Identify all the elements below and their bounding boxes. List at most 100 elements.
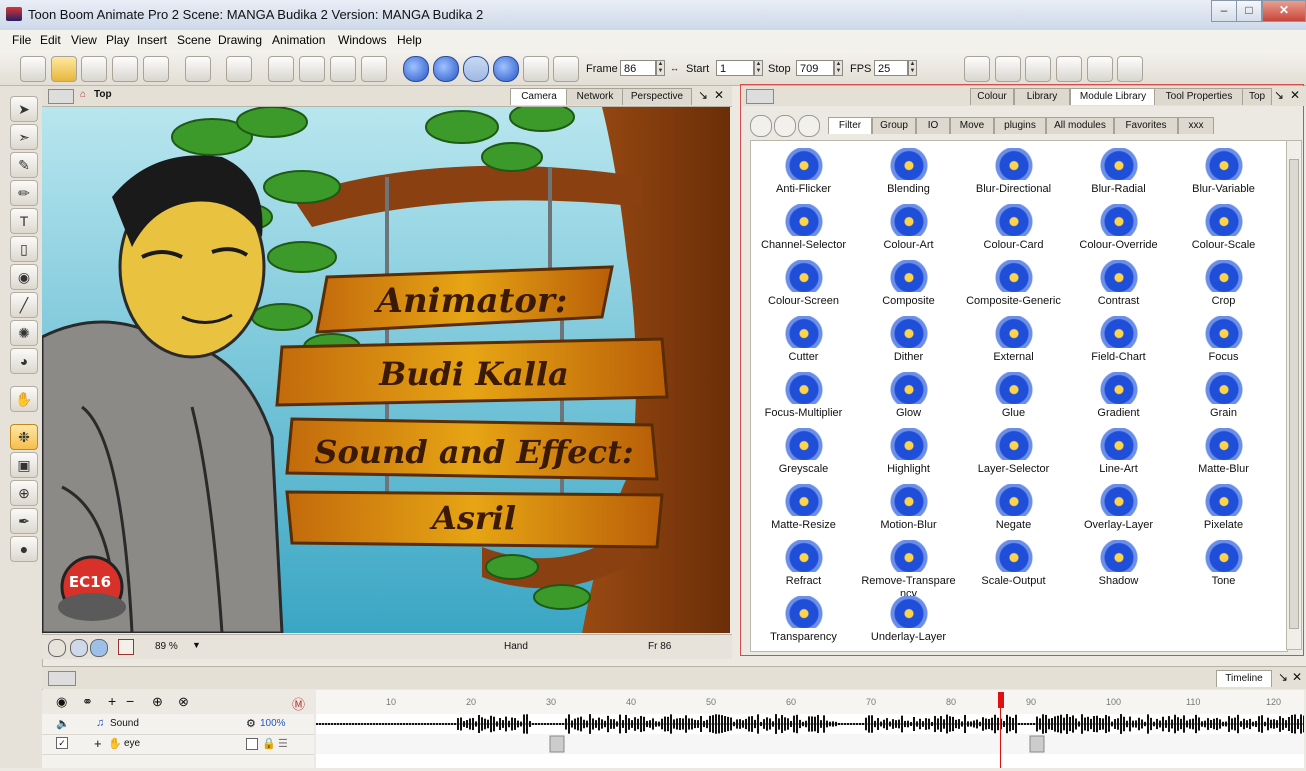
filter-tab-filter[interactable]: Filter bbox=[828, 117, 872, 134]
spline-offset-icon[interactable] bbox=[1117, 56, 1143, 82]
module-item[interactable]: Blur-Directional bbox=[961, 141, 1066, 197]
view-list-icon[interactable] bbox=[774, 115, 796, 137]
module-item[interactable]: Layer-Selector bbox=[961, 421, 1066, 477]
module-item[interactable]: Matte-Blur bbox=[1171, 421, 1276, 477]
view-icons-icon[interactable] bbox=[750, 115, 772, 137]
tab-module-library[interactable]: Module Library bbox=[1070, 88, 1156, 105]
copy-icon[interactable] bbox=[299, 56, 325, 82]
module-scrollbar[interactable] bbox=[1286, 140, 1302, 650]
module-item[interactable]: Colour-Scale bbox=[1171, 197, 1276, 253]
maintain-size-icon[interactable] bbox=[1087, 56, 1113, 82]
layer-settings-icon[interactable]: ☰ bbox=[278, 737, 288, 750]
menu-scene[interactable]: Scene bbox=[177, 33, 211, 47]
reset-view-icon[interactable] bbox=[48, 639, 66, 657]
tab-library[interactable]: Library bbox=[1014, 88, 1070, 105]
module-item[interactable]: Transparency bbox=[751, 589, 856, 645]
module-item[interactable]: Blending bbox=[856, 141, 961, 197]
module-item[interactable]: Greyscale bbox=[751, 421, 856, 477]
module-item[interactable]: Negate bbox=[961, 477, 1066, 533]
start-spinner[interactable]: ▲ ▼ bbox=[754, 60, 763, 76]
add-drawing-icon[interactable]: ⊗ bbox=[178, 694, 189, 710]
module-item[interactable]: Cutter bbox=[751, 309, 856, 365]
frame-field[interactable]: 86 bbox=[620, 60, 656, 76]
module-item[interactable]: Highlight bbox=[856, 421, 961, 477]
menu-insert[interactable]: Insert bbox=[137, 33, 167, 47]
contour-editor-icon[interactable]: ➣ bbox=[10, 124, 38, 150]
filter-tab-xxx[interactable]: xxx bbox=[1178, 117, 1214, 134]
render-icon[interactable] bbox=[553, 56, 579, 82]
safe-area-icon[interactable] bbox=[118, 639, 134, 655]
module-item[interactable]: Blur-Radial bbox=[1066, 141, 1171, 197]
tab-perspective[interactable]: Perspective bbox=[622, 88, 692, 105]
remove-layer-icon[interactable]: − bbox=[126, 693, 134, 709]
fps-spinner[interactable]: ▲ ▼ bbox=[908, 60, 917, 76]
module-item[interactable]: Colour-Screen bbox=[751, 253, 856, 309]
select-arrow-icon[interactable]: ➤ bbox=[10, 96, 38, 122]
panel-pin-icon[interactable]: ↘ bbox=[698, 88, 708, 102]
module-item[interactable]: Grain bbox=[1171, 365, 1276, 421]
module-item[interactable]: Tone bbox=[1171, 533, 1276, 589]
render-preview-icon[interactable] bbox=[90, 639, 108, 657]
filter-tab-io[interactable]: IO bbox=[916, 117, 950, 134]
stop-spinner[interactable]: ▲ ▼ bbox=[834, 60, 843, 76]
filter-tab-plugins[interactable]: plugins bbox=[994, 117, 1046, 134]
module-item[interactable]: Scale-Output bbox=[961, 533, 1066, 589]
panel-close-icon[interactable]: ✕ bbox=[714, 88, 724, 102]
pencil-icon[interactable]: ✏ bbox=[10, 180, 38, 206]
zoom-dropdown-icon[interactable]: ▼ bbox=[192, 640, 201, 650]
loop-icon[interactable] bbox=[433, 56, 459, 82]
brush-icon[interactable]: ✎ bbox=[10, 152, 38, 178]
module-item[interactable]: Colour-Art bbox=[856, 197, 961, 253]
tab-tool-properties[interactable]: Tool Properties bbox=[1154, 88, 1244, 105]
eraser-icon[interactable]: ▯ bbox=[10, 236, 38, 262]
view-details-icon[interactable] bbox=[798, 115, 820, 137]
morph-tool-icon[interactable]: ● bbox=[10, 536, 38, 562]
paint-icon[interactable]: ◉ bbox=[10, 264, 38, 290]
cut-icon[interactable] bbox=[268, 56, 294, 82]
module-item[interactable]: Colour-Override bbox=[1066, 197, 1171, 253]
menu-view[interactable]: View bbox=[71, 33, 97, 47]
module-item[interactable]: Contrast bbox=[1066, 253, 1171, 309]
filter-tab-group[interactable]: Group bbox=[872, 117, 916, 134]
panel-close-icon[interactable]: ✕ bbox=[1290, 88, 1300, 102]
start-field[interactable]: 1 bbox=[716, 60, 754, 76]
link-icon[interactable]: ⚭ bbox=[82, 694, 93, 710]
layer-enable-checkbox[interactable] bbox=[246, 738, 258, 750]
module-item[interactable]: Pixelate bbox=[1171, 477, 1276, 533]
paste-icon[interactable] bbox=[330, 56, 356, 82]
layer-visible-checkbox[interactable]: ✓ bbox=[56, 737, 68, 749]
module-item[interactable]: Glue bbox=[961, 365, 1066, 421]
layer-volume[interactable]: 100% bbox=[260, 718, 286, 729]
timeline-options-icon[interactable]: Ⓜ bbox=[292, 694, 305, 713]
pen-tool-icon[interactable]: ✒ bbox=[10, 508, 38, 534]
scale-icon[interactable] bbox=[1025, 56, 1051, 82]
module-item[interactable]: Refract bbox=[751, 533, 856, 589]
menu-file[interactable]: File bbox=[12, 33, 31, 47]
save-all-icon[interactable] bbox=[143, 56, 169, 82]
pivot-tool-icon[interactable]: ⊕ bbox=[10, 480, 38, 506]
panel-menu-icon[interactable] bbox=[48, 671, 76, 686]
rotate-view-icon[interactable]: ◕ bbox=[10, 348, 38, 374]
module-item[interactable]: Underlay-Layer bbox=[856, 589, 961, 645]
module-item[interactable]: Channel-Selector bbox=[751, 197, 856, 253]
panel-close-icon[interactable]: ✕ bbox=[1292, 670, 1302, 684]
timeline-tracks[interactable] bbox=[316, 714, 1305, 768]
sound-icon[interactable] bbox=[463, 56, 489, 82]
panel-pin-icon[interactable]: ↘ bbox=[1274, 88, 1284, 102]
module-item[interactable]: Blur-Variable bbox=[1171, 141, 1276, 197]
lock-icon[interactable]: 🔒 bbox=[262, 737, 276, 750]
minimize-button[interactable]: – bbox=[1211, 0, 1237, 22]
menu-drawing[interactable]: Drawing bbox=[218, 33, 262, 47]
stop-field[interactable]: 709 bbox=[796, 60, 834, 76]
filter-tab-favorites[interactable]: Favorites bbox=[1114, 117, 1178, 134]
layer-row-eye[interactable]: ✓ + ✋ eye 🔒 ☰ bbox=[42, 734, 314, 755]
module-item[interactable]: Line-Art bbox=[1066, 421, 1171, 477]
panel-menu-icon[interactable] bbox=[746, 89, 774, 104]
scrollbar-thumb[interactable] bbox=[1289, 159, 1299, 629]
filter-tab-move[interactable]: Move bbox=[950, 117, 994, 134]
module-item[interactable]: Shadow bbox=[1066, 533, 1171, 589]
first-frame-icon[interactable] bbox=[523, 56, 549, 82]
module-item[interactable]: Glow bbox=[856, 365, 961, 421]
play-icon[interactable] bbox=[403, 56, 429, 82]
tab-colour[interactable]: Colour bbox=[970, 88, 1014, 105]
